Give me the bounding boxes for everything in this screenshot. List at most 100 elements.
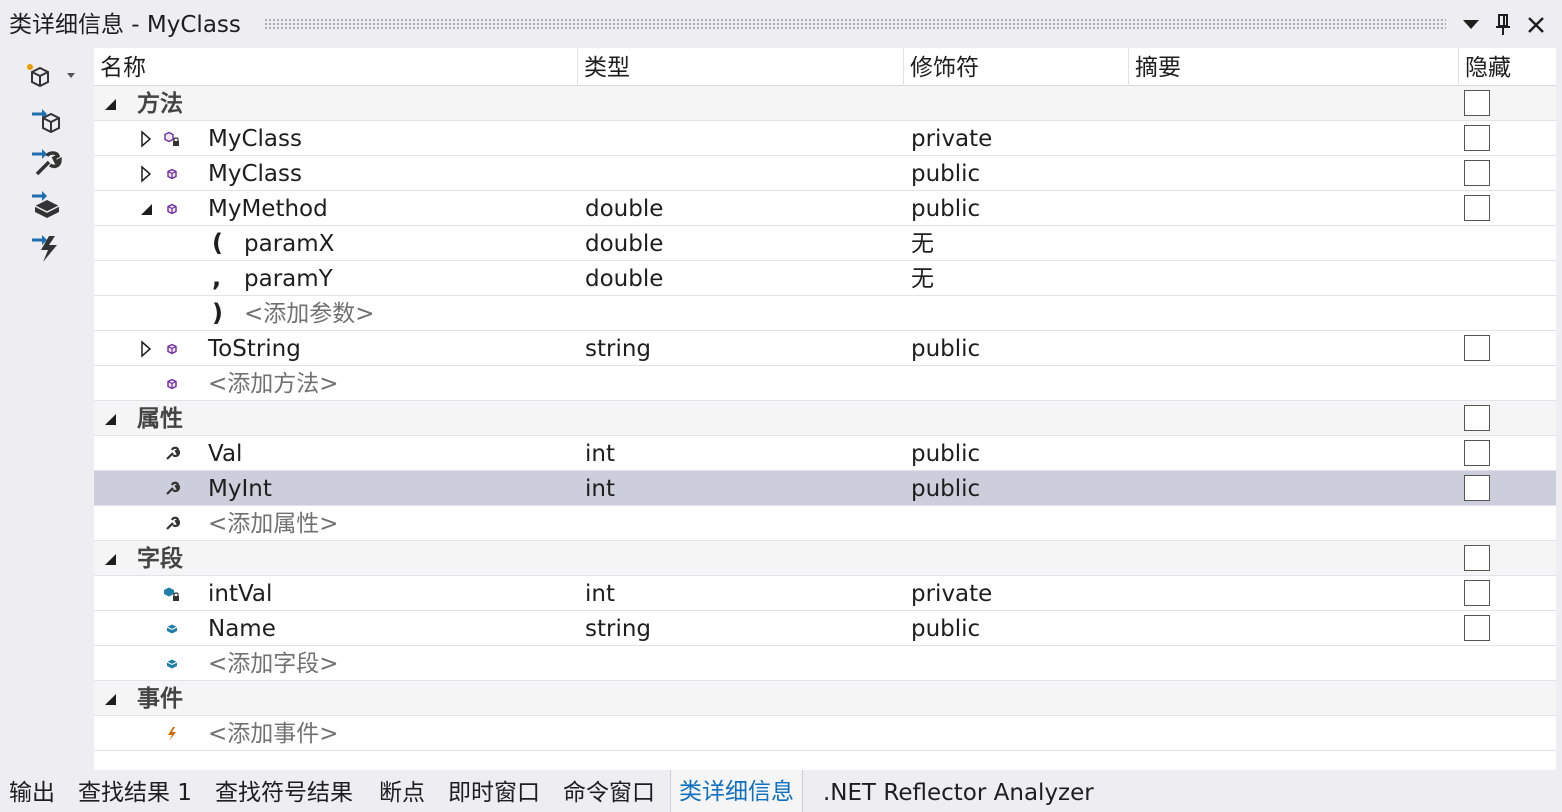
column-hide-header[interactable]: 隐藏 [1459, 48, 1556, 86]
expanded-arrow-icon[interactable] [100, 401, 120, 436]
modifier-cell[interactable]: public [911, 471, 980, 506]
pin-icon[interactable] [1488, 10, 1518, 40]
add-parameter-placeholder[interactable]: <添加参数> [244, 296, 375, 331]
tab-reflector-analyzer[interactable]: .NET Reflector Analyzer [815, 774, 1102, 812]
hide-checkbox[interactable] [1464, 335, 1490, 361]
close-icon[interactable] [1521, 10, 1551, 40]
column-summary-header[interactable]: 摘要 [1129, 48, 1459, 86]
modifier-cell[interactable]: 无 [911, 261, 934, 296]
new-method-icon[interactable] [28, 102, 64, 138]
property-icon [162, 506, 182, 541]
collapsed-arrow-icon[interactable] [136, 121, 156, 156]
type-cell[interactable]: int [585, 436, 615, 471]
hide-checkbox[interactable] [1464, 615, 1490, 641]
parameter-delimiter: , [212, 264, 222, 292]
member-name: intVal [208, 581, 273, 607]
new-class-icon[interactable] [20, 58, 80, 94]
type-cell[interactable]: double [585, 191, 663, 226]
bottom-tab-bar: 输出 查找结果 1 查找符号结果 断点 即时窗口 命令窗口 类详细信息 .NET… [0, 770, 1562, 812]
modifier-cell[interactable]: public [911, 611, 980, 646]
expanded-arrow-icon[interactable] [136, 191, 156, 226]
group-row[interactable]: 方法 [94, 86, 1556, 121]
group-row[interactable]: 字段 [94, 541, 1556, 576]
type-cell[interactable]: string [585, 611, 651, 646]
type-cell[interactable]: double [585, 226, 663, 261]
hide-checkbox[interactable] [1464, 195, 1490, 221]
new-event-icon[interactable] [28, 230, 64, 266]
dropdown-icon[interactable] [1456, 10, 1486, 40]
tab-find-results-1[interactable]: 查找结果 1 [70, 774, 200, 812]
table-row[interactable]: (paramX double 无 [94, 226, 1556, 261]
vertical-scrollbar[interactable] [1556, 48, 1562, 770]
hide-checkbox[interactable] [1464, 405, 1490, 431]
table-row[interactable]: MyClass private [94, 121, 1556, 156]
collapsed-arrow-icon[interactable] [136, 156, 156, 191]
tab-immediate-window[interactable]: 即时窗口 [440, 774, 548, 812]
table-row[interactable]: ) <添加参数> [94, 296, 1556, 331]
new-field-icon[interactable] [28, 186, 64, 222]
hide-checkbox[interactable] [1464, 580, 1490, 606]
tab-output[interactable]: 输出 [1, 774, 63, 812]
type-cell[interactable]: int [585, 471, 615, 506]
modifier-cell[interactable]: private [911, 576, 992, 611]
column-modifier-header[interactable]: 修饰符 [904, 48, 1129, 86]
modifier-cell[interactable]: public [911, 436, 980, 471]
add-member-placeholder[interactable]: <添加字段> [208, 646, 339, 681]
member-name: MyInt [208, 476, 272, 502]
table-row[interactable]: MyMethod double public [94, 191, 1556, 226]
modifier-cell[interactable]: public [911, 331, 980, 366]
table-row[interactable]: Val int public [94, 436, 1556, 471]
table-row[interactable]: <添加字段> [94, 646, 1556, 681]
table-row[interactable]: ToString string public [94, 331, 1556, 366]
collapsed-arrow-icon[interactable] [136, 331, 156, 366]
type-cell[interactable]: int [585, 576, 615, 611]
table-row[interactable]: MyClass public [94, 156, 1556, 191]
tab-command-window[interactable]: 命令窗口 [555, 774, 663, 812]
hide-checkbox[interactable] [1464, 125, 1490, 151]
table-row[interactable]: Name string public [94, 611, 1556, 646]
expanded-arrow-icon[interactable] [100, 86, 120, 121]
type-cell[interactable]: double [585, 261, 663, 296]
window-title: 类详细信息 - MyClass [9, 12, 241, 38]
tab-find-symbol-results[interactable]: 查找符号结果 [207, 774, 361, 812]
expanded-arrow-icon[interactable] [100, 681, 120, 716]
modifier-cell[interactable]: public [911, 156, 980, 191]
table-row[interactable]: <添加属性> [94, 506, 1556, 541]
modifier-cell[interactable]: private [911, 121, 992, 156]
left-toolbar [0, 48, 94, 770]
new-property-icon[interactable] [28, 144, 64, 180]
tab-class-details[interactable]: 类详细信息 [670, 770, 803, 812]
table-row[interactable]: intVal int private [94, 576, 1556, 611]
add-member-placeholder[interactable]: <添加事件> [208, 716, 339, 751]
member-name: MyClass [208, 126, 302, 152]
field-icon [162, 611, 182, 646]
hide-checkbox[interactable] [1464, 475, 1490, 501]
method-icon [162, 366, 182, 401]
hide-checkbox[interactable] [1464, 90, 1490, 116]
add-member-placeholder[interactable]: <添加属性> [208, 506, 339, 541]
column-name-header[interactable]: 名称 [94, 48, 578, 86]
table-row[interactable]: <添加事件> [94, 716, 1556, 751]
title-grip[interactable] [264, 18, 1446, 30]
group-label: 属性 [137, 406, 183, 432]
tab-breakpoints[interactable]: 断点 [371, 774, 433, 812]
group-row[interactable]: 事件 [94, 681, 1556, 716]
type-cell[interactable]: string [585, 331, 651, 366]
modifier-cell[interactable]: public [911, 191, 980, 226]
hide-checkbox[interactable] [1464, 160, 1490, 186]
hide-checkbox[interactable] [1464, 545, 1490, 571]
column-type-header[interactable]: 类型 [578, 48, 904, 86]
grid-header: 名称 类型 修饰符 摘要 隐藏 [94, 48, 1556, 86]
table-row[interactable]: , paramY double 无 [94, 261, 1556, 296]
member-name: Val [208, 441, 243, 467]
modifier-cell[interactable]: 无 [911, 226, 934, 261]
table-row[interactable]: <添加方法> [94, 366, 1556, 401]
table-row[interactable]: MyInt int public [94, 471, 1556, 506]
add-member-placeholder[interactable]: <添加方法> [208, 366, 339, 401]
expanded-arrow-icon[interactable] [100, 541, 120, 576]
group-label: 方法 [137, 91, 183, 117]
parameter-name: paramY [244, 266, 333, 292]
hide-checkbox[interactable] [1464, 440, 1490, 466]
method-icon [162, 331, 182, 366]
group-row[interactable]: 属性 [94, 401, 1556, 436]
